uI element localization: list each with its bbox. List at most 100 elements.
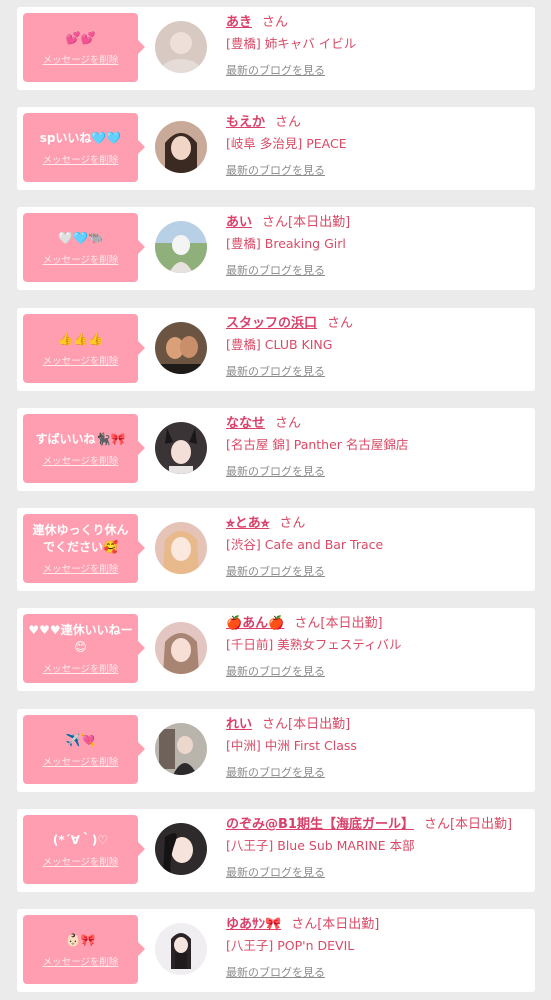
honorific: さん [262,717,289,732]
honorific: さん [423,817,450,832]
shop-name: 姉キャバ イビル [264,36,357,51]
message-text: すばいいね🐈‍⬛🎀 [35,431,126,446]
delete-message-link[interactable]: メッセージを削除 [43,52,119,66]
sender-name-link[interactable]: スタッフの浜口 [226,316,317,331]
avatar-image [155,322,207,374]
area-label: [千日前] [226,637,274,652]
latest-blog-link[interactable]: 最新のブログを見る [226,363,325,379]
sender-info: あい さん[本日出勤] [豊橋] Breaking Girl 最新のブログを見る [226,213,529,278]
avatar-image [155,823,207,875]
sender-name-link[interactable]: のぞみ@B1期生【海底ガール】 [226,817,414,832]
shop-name: Blue Sub MARINE 本部 [277,838,415,853]
sender-info: ⭐︎とあ⭐︎ さん [渋谷] Cafe and Bar Trace 最新のブログを… [226,514,529,579]
message-bubble: すばいいね🐈‍⬛🎀 メッセージを削除 [23,414,145,483]
avatar-image [155,21,207,73]
avatar[interactable] [155,21,207,73]
list-item: すばいいね🐈‍⬛🎀 メッセージを削除 ななせ さん [名古屋 錦] Panther… [17,408,535,491]
message-text: spいいね🩵🩵 [39,130,122,145]
avatar-image [155,121,207,173]
message-text: 💕💕 [65,30,96,45]
delete-message-link[interactable]: メッセージを削除 [43,754,119,768]
sender-name-link[interactable]: ななせ [226,416,265,431]
latest-blog-link[interactable]: 最新のブログを見る [226,764,325,780]
avatar[interactable] [155,622,207,674]
sender-name-link[interactable]: あき [226,15,252,30]
delete-message-link[interactable]: メッセージを削除 [43,661,119,675]
avatar[interactable] [155,121,207,173]
delete-message-link[interactable]: メッセージを削除 [43,854,119,868]
latest-blog-link[interactable]: 最新のブログを見る [226,62,325,78]
message-bubble: ✈️💘 メッセージを削除 [23,715,145,784]
list-item: 🤍🩵🐃 メッセージを削除 あい さん[本日出勤] [豊橋] Breaking Gi… [17,207,535,290]
message-text: ✈️💘 [65,732,96,747]
delete-message-link[interactable]: メッセージを削除 [43,453,119,467]
message-bubble: spいいね🩵🩵 メッセージを削除 [23,113,145,182]
delete-message-link[interactable]: メッセージを削除 [43,954,119,968]
sender-info: れい さん[本日出勤] [中洲] 中洲 First Class 最新のブログを見る [226,715,529,780]
sender-info: ななせ さん [名古屋 錦] Panther 名古屋錦店 最新のブログを見る [226,414,529,479]
avatar[interactable] [155,322,207,374]
sender-name-link[interactable]: れい [226,717,252,732]
shop-name: Panther 名古屋錦店 [293,437,409,452]
latest-blog-link[interactable]: 最新のブログを見る [226,663,325,679]
message-text: ♥♥♥連休いいねー😊 [28,623,133,654]
attendance-status: [本日出勤] [288,717,351,732]
delete-message-link[interactable]: メッセージを削除 [43,561,119,575]
latest-blog-link[interactable]: 最新のブログを見る [226,262,325,278]
attendance-status: [本日出勤] [288,215,351,230]
avatar[interactable] [155,723,207,775]
honorific: さん [279,516,306,531]
area-label: [渋谷] [226,537,261,552]
delete-message-link[interactable]: メッセージを削除 [43,252,119,266]
sender-name-link[interactable]: あい [226,215,252,230]
honorific: さん [275,416,302,431]
area-label: [中洲] [226,738,261,753]
avatar[interactable] [155,221,207,273]
area-label: [名古屋 錦] [226,437,290,452]
shop-name: Breaking Girl [264,236,346,251]
shop-name: 美熟女フェスティバル [277,637,402,652]
message-bubble: 💕💕 メッセージを削除 [23,13,145,82]
shop-name: 中洲 First Class [264,738,357,753]
message-text: 👍👍👍 [58,331,103,346]
avatar[interactable] [155,422,207,474]
latest-blog-link[interactable]: 最新のブログを見る [226,463,325,479]
area-label: [岐阜 多治見] [226,136,303,151]
area-label: [豊橋] [226,36,261,51]
list-item: (*´∀｀)♡ メッセージを削除 のぞみ@B1期生【海底ガール】 さん[本日出勤]… [17,809,535,892]
message-list: 💕💕 メッセージを削除 あき さん [豊橋] 姉キャバ イビル 最新のブログを見る… [0,0,551,1000]
attendance-status: [本日出勤] [317,917,380,932]
message-text: (*´∀｀)♡ [52,832,109,847]
list-item: 連休ゆっくり休んでください🥰 メッセージを削除 ⭐︎とあ⭐︎ さん [渋谷] Ca… [17,508,535,591]
honorific: さん [262,15,289,30]
message-text: 👶🏻🎀 [65,932,96,947]
sender-name-link[interactable]: ⭐︎とあ⭐︎ [226,516,269,531]
latest-blog-link[interactable]: 最新のブログを見る [226,964,325,980]
shop-name: Cafe and Bar Trace [264,537,384,552]
message-bubble: ♥♥♥連休いいねー😊 メッセージを削除 [23,614,145,683]
list-item: ✈️💘 メッセージを削除 れい さん[本日出勤] [中洲] 中洲 First Cl… [17,709,535,792]
latest-blog-link[interactable]: 最新のブログを見る [226,162,325,178]
delete-message-link[interactable]: メッセージを削除 [43,152,119,166]
avatar-image [155,622,207,674]
list-item: spいいね🩵🩵 メッセージを削除 もえか さん [岐阜 多治見] PEACE 最新… [17,107,535,190]
list-item: 👶🏻🎀 メッセージを削除 ゆあｻﾝ🎀 さん[本日出勤] [八王子] POP'n D… [17,909,535,992]
sender-info: スタッフの浜口 さん [豊橋] CLUB KING 最新のブログを見る [226,314,529,379]
sender-name-link[interactable]: 🍎あん🍎 [226,616,284,631]
message-text: 🤍🩵🐃 [58,230,103,245]
sender-name-link[interactable]: もえか [226,115,265,130]
list-item: 💕💕 メッセージを削除 あき さん [豊橋] 姉キャバ イビル 最新のブログを見る [17,7,535,90]
message-bubble: 🤍🩵🐃 メッセージを削除 [23,213,145,282]
honorific: さん [291,917,318,932]
area-label: [八王子] [226,838,274,853]
message-bubble: (*´∀｀)♡ メッセージを削除 [23,815,145,884]
sender-name-link[interactable]: ゆあｻﾝ🎀 [226,917,281,932]
message-bubble: 👶🏻🎀 メッセージを削除 [23,915,145,984]
delete-message-link[interactable]: メッセージを削除 [43,353,119,367]
avatar[interactable] [155,823,207,875]
sender-info: 🍎あん🍎 さん[本日出勤] [千日前] 美熟女フェスティバル 最新のブログを見る [226,614,529,679]
avatar[interactable] [155,923,207,975]
latest-blog-link[interactable]: 最新のブログを見る [226,563,325,579]
latest-blog-link[interactable]: 最新のブログを見る [226,864,325,880]
avatar[interactable] [155,522,207,574]
